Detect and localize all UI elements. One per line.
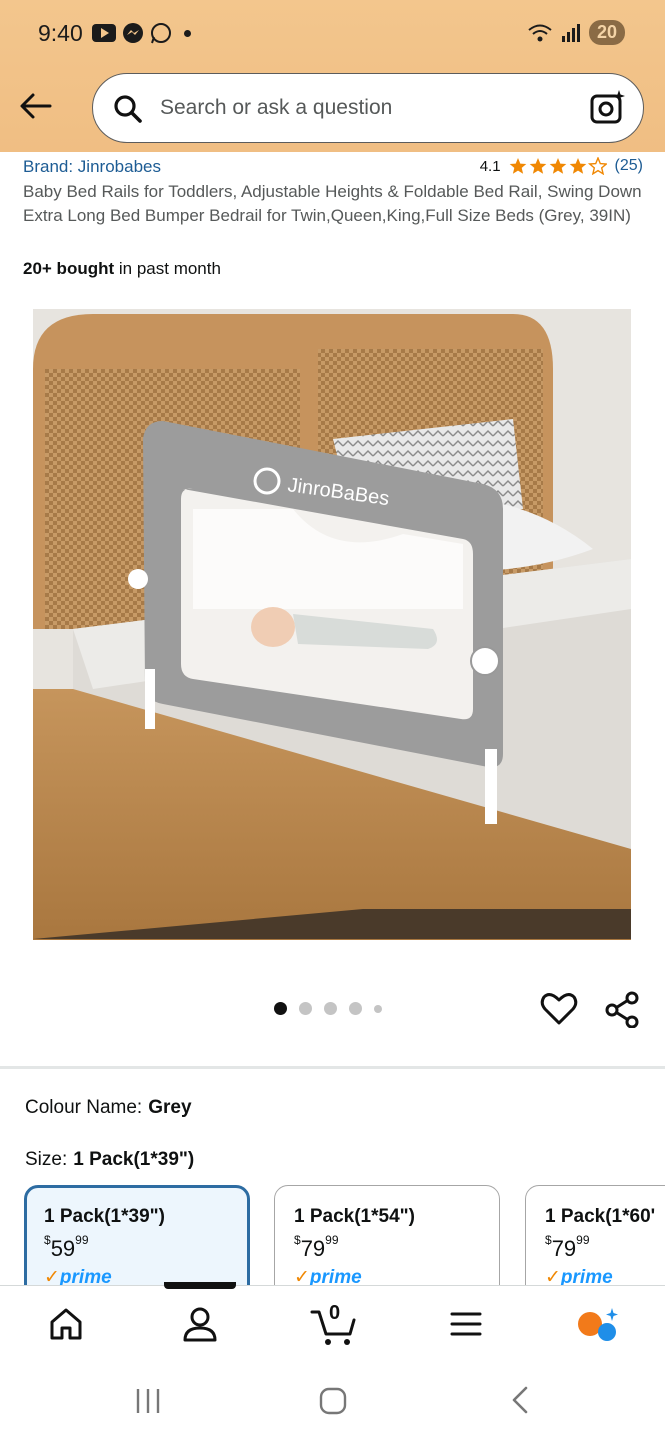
product-photo: JinroBaBes [33, 309, 631, 940]
rating[interactable]: 4.1 (25) [480, 157, 643, 175]
bought-count: 20+ bought [23, 259, 115, 278]
carousel-dot[interactable] [324, 1002, 337, 1015]
size-option-label: 1 Pack(1*54") [294, 1206, 415, 1227]
product-image[interactable]: JinroBaBes [33, 309, 631, 940]
system-back-icon[interactable] [508, 1385, 532, 1415]
camera-search-icon[interactable] [589, 88, 627, 126]
menu-icon[interactable] [448, 1304, 484, 1344]
more-notifications-dot [184, 29, 191, 37]
youtube-icon [92, 24, 116, 42]
star-rating-icon [509, 157, 607, 175]
brand-row: Brand: Jinrobabes 4.1 (25) [23, 157, 643, 177]
recent-apps-icon[interactable] [135, 1387, 161, 1415]
prime-badge: ✓prime [294, 1267, 362, 1285]
home-icon[interactable] [48, 1304, 84, 1344]
size-label: Size: [25, 1149, 68, 1170]
cart-button[interactable]: 0 [310, 1302, 358, 1348]
share-icon[interactable] [604, 990, 642, 1028]
size-selection: Size: 1 Pack(1*39") [25, 1149, 194, 1171]
whatsapp-icon [151, 23, 171, 44]
carousel-dot[interactable] [374, 1004, 382, 1013]
status-bar: 9:40 20 [0, 0, 665, 66]
battery-indicator: 20 [588, 20, 625, 45]
carousel-dot[interactable] [349, 1002, 362, 1015]
back-arrow-icon[interactable] [18, 88, 54, 124]
rufus-assistant-icon[interactable] [574, 1304, 622, 1348]
bought-period: in past month [114, 259, 221, 278]
size-option-price: $7999 [294, 1232, 339, 1261]
bottom-navigation: 0 [0, 1282, 665, 1367]
size-option-label: 1 Pack(1*39") [44, 1206, 165, 1227]
size-option-price: $7999 [545, 1232, 590, 1261]
messenger-icon [123, 23, 143, 43]
status-time: 9:40 [38, 20, 83, 46]
carousel-dot[interactable] [299, 1002, 312, 1015]
review-count: (25) [614, 157, 643, 174]
status-right: 20 [527, 20, 625, 45]
prime-badge: ✓prime [545, 1267, 613, 1285]
wifi-icon [528, 24, 552, 41]
size-option-label: 1 Pack(1*60' [545, 1206, 656, 1227]
system-navigation-bar [0, 1367, 665, 1440]
colour-label: Colour Name: [25, 1097, 143, 1118]
product-title: Baby Bed Rails for Toddlers, Adjustable … [23, 182, 642, 225]
signal-icon [561, 23, 580, 42]
section-divider [0, 1066, 665, 1069]
size-options: 1 Pack(1*39") $5999 ✓prime 1 Pack(1*54")… [24, 1185, 665, 1285]
image-carousel-dots[interactable] [274, 1002, 382, 1015]
home-system-icon[interactable] [319, 1387, 347, 1415]
notification-icons [92, 22, 191, 44]
search-icon [114, 95, 142, 123]
carousel-dot[interactable] [274, 1002, 287, 1015]
cart-count: 0 [329, 1302, 341, 1324]
size-option-price: $5999 [44, 1232, 89, 1261]
active-tab-indicator [164, 1282, 236, 1289]
search-bar[interactable]: Search or ask a question [92, 73, 644, 143]
rating-value: 4.1 [479, 157, 501, 175]
search-input[interactable]: Search or ask a question [160, 96, 392, 120]
size-option-card[interactable]: 1 Pack(1*60' $7999 ✓prime [525, 1185, 665, 1285]
colour-value: Grey [148, 1097, 192, 1118]
account-icon[interactable] [182, 1304, 218, 1344]
size-option-card[interactable]: 1 Pack(1*54") $7999 ✓prime [274, 1185, 500, 1285]
size-option-card[interactable]: 1 Pack(1*39") $5999 ✓prime [24, 1185, 250, 1285]
app-header: 9:40 20 Search or ask a question [0, 0, 665, 152]
bought-info: 20+ bought in past month [23, 259, 221, 279]
heart-icon[interactable] [540, 990, 578, 1028]
brand-link[interactable]: Brand: Jinrobabes [23, 157, 161, 176]
colour-selection: Colour Name: Grey [25, 1097, 192, 1119]
size-value: 1 Pack(1*39") [73, 1149, 195, 1170]
